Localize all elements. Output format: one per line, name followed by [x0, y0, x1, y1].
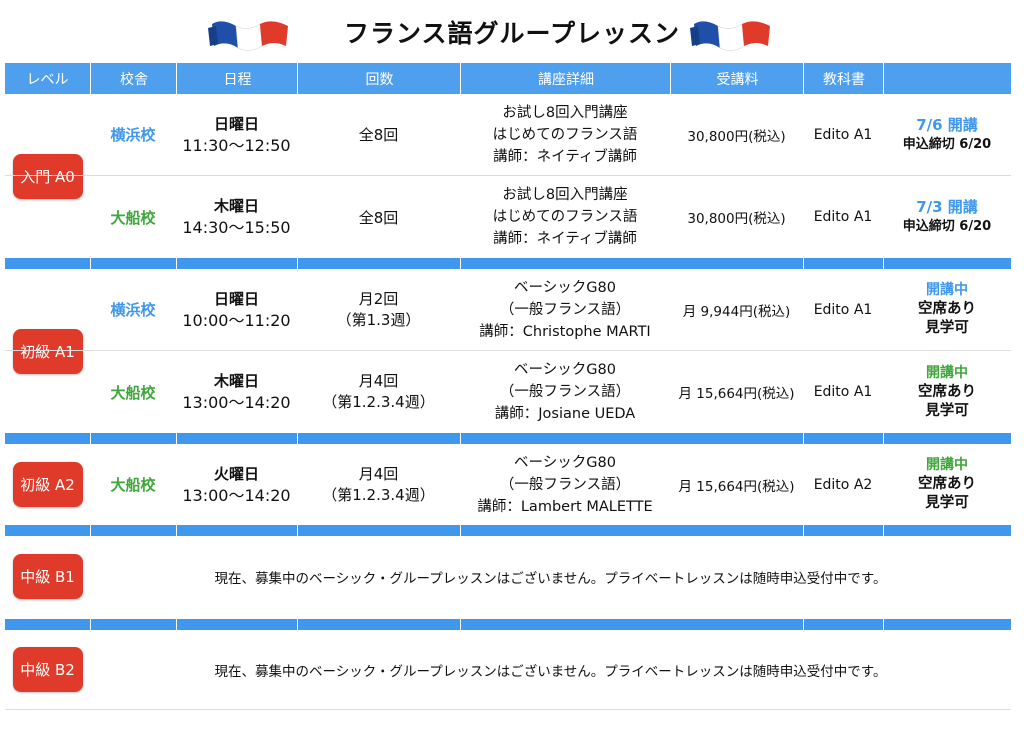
book-label: Edito A1 — [813, 384, 873, 400]
header-fee: 受講料 — [670, 63, 804, 94]
table-row: 横浜校 日曜日 11:30〜12:50 全8回 お試し8回入門講座 はじめてのフラ… — [5, 94, 1011, 176]
notice-text: 現在、募集中のベーシック・グループレッスンはございません。プライベートレッスンは… — [214, 663, 887, 680]
status-open: 開講中 — [926, 457, 968, 473]
fee-label: 月 15,664円(税込) — [678, 478, 795, 495]
day-label: 日曜日 — [213, 289, 259, 308]
table-row: 中級 B1 現在、募集中のベーシック・グループレッスンはございません。プライベー… — [5, 536, 1011, 617]
status-visit: 見学可 — [925, 402, 969, 419]
count-label: 月2回 — [358, 289, 399, 308]
book-label: Edito A1 — [813, 209, 873, 225]
status-open: 開講中 — [926, 364, 968, 381]
detail-line: （一般フランス語） — [499, 301, 631, 318]
fee-label: 30,800円(税込) — [687, 128, 786, 145]
notice-text: 現在、募集中のベーシック・グループレッスンはございません。プライベートレッスンは… — [214, 570, 887, 587]
status-open: 7/3 開講 — [916, 198, 978, 216]
section-separator — [5, 258, 1011, 269]
detail-line: （一般フランス語） — [499, 384, 631, 400]
status-visit: 見学可 — [925, 320, 969, 336]
table-header: レベル 校舎 日程 回数 講座詳細 受講料 教科書 — [5, 63, 1011, 94]
detail-line: 講師：ネイティブ講師 — [493, 231, 637, 247]
header-detail: 講座詳細 — [460, 63, 671, 94]
header-campus: 校舎 — [90, 63, 177, 94]
detail-line: はじめてのフランス語 — [492, 126, 638, 143]
section-separator — [5, 525, 1011, 536]
header-book: 教科書 — [803, 63, 884, 94]
table-row: 大船校 木曜日 14:30〜15:50 全8回 お試し8回入門講座 はじめてのフラ… — [5, 176, 1011, 258]
count-label: 月4回 — [358, 464, 399, 483]
day-label: 木曜日 — [213, 197, 259, 215]
detail-line: 講師：Christophe MARTI — [479, 323, 651, 340]
table-row: 初級 A2 大船校 火曜日 13:00〜14:20 月4回 （第1.2.3.4週） … — [5, 444, 1011, 525]
campus-label: 大船校 — [110, 383, 156, 402]
table-row: 横浜校 日曜日 10:00〜11:20 月2回 （第1.3週） ベーシックG80 （… — [5, 269, 1011, 351]
count-weeks: （第1.2.3.4週） — [322, 393, 435, 411]
header-status — [883, 63, 1012, 94]
count-label: 月4回 — [358, 372, 399, 390]
status-deadline: 申込締切 6/20 — [902, 136, 992, 152]
campus-label: 大船校 — [110, 208, 156, 227]
french-flag-icon — [690, 21, 770, 51]
header-level: レベル — [26, 71, 69, 88]
level-badge-b2: 中級 B2 — [12, 647, 83, 692]
title-row: フランス語グループレッスン — [0, 0, 1024, 62]
time-label: 11:30〜12:50 — [182, 135, 291, 155]
count-weeks: （第1.3週） — [336, 310, 421, 329]
time-label: 13:00〜14:20 — [182, 485, 291, 505]
detail-line: ベーシックG80 — [514, 362, 616, 378]
detail-line: ベーシックG80 — [514, 454, 616, 471]
detail-line: ベーシックG80 — [514, 279, 616, 296]
header-count: 回数 — [297, 63, 461, 94]
detail-line: 講師：ネイティブ講師 — [493, 148, 637, 165]
detail-line: はじめてのフランス語 — [492, 209, 638, 225]
count-label: 全8回 — [358, 208, 399, 227]
level-badge-a2: 初級 A2 — [12, 462, 83, 507]
detail-line: 講師：Josiane UEDA — [494, 406, 636, 422]
fee-label: 30,800円(税込) — [687, 211, 786, 227]
count-weeks: （第1.2.3.4週） — [322, 485, 435, 504]
count-label: 全8回 — [358, 126, 399, 144]
status-open: 開講中 — [926, 282, 968, 298]
status-visit: 見学可 — [925, 495, 969, 511]
page-title: フランス語グループレッスン — [343, 19, 680, 48]
section-separator — [5, 619, 1011, 630]
day-label: 木曜日 — [213, 372, 259, 390]
day-label: 日曜日 — [213, 114, 259, 133]
header-schedule: 日程 — [176, 63, 298, 94]
status-seats: 空席あり — [918, 476, 976, 492]
detail-line: お試し8回入門講座 — [502, 187, 628, 203]
day-label: 火曜日 — [213, 464, 259, 483]
book-label: Edito A2 — [813, 476, 873, 493]
level-badge-b1: 中級 B1 — [12, 554, 83, 599]
status-deadline: 申込締切 6/20 — [902, 219, 992, 234]
table-row: 中級 B2 現在、募集中のベーシック・グループレッスンはございません。プライベー… — [5, 630, 1011, 710]
time-label: 13:00〜14:20 — [182, 393, 291, 412]
status-open: 7/6 開講 — [916, 115, 978, 134]
section-separator — [5, 433, 1011, 444]
campus-label: 横浜校 — [110, 301, 156, 319]
detail-line: （一般フランス語） — [499, 476, 631, 493]
campus-label: 大船校 — [110, 476, 156, 494]
campus-label: 横浜校 — [110, 126, 156, 144]
fee-label: 月 9,944円(税込) — [682, 303, 791, 320]
time-label: 10:00〜11:20 — [182, 310, 291, 330]
detail-line: 講師：Lambert MALETTE — [477, 498, 653, 515]
status-seats: 空席あり — [918, 383, 976, 400]
fee-label: 月 15,664円(税込) — [678, 386, 795, 402]
detail-line: お試し8回入門講座 — [502, 104, 628, 121]
book-label: Edito A1 — [813, 301, 873, 318]
time-label: 14:30〜15:50 — [182, 218, 291, 237]
book-label: Edito A1 — [813, 126, 873, 143]
status-seats: 空席あり — [918, 301, 976, 317]
table-row: 大船校 木曜日 13:00〜14:20 月4回 （第1.2.3.4週） ベーシックG… — [5, 351, 1011, 433]
